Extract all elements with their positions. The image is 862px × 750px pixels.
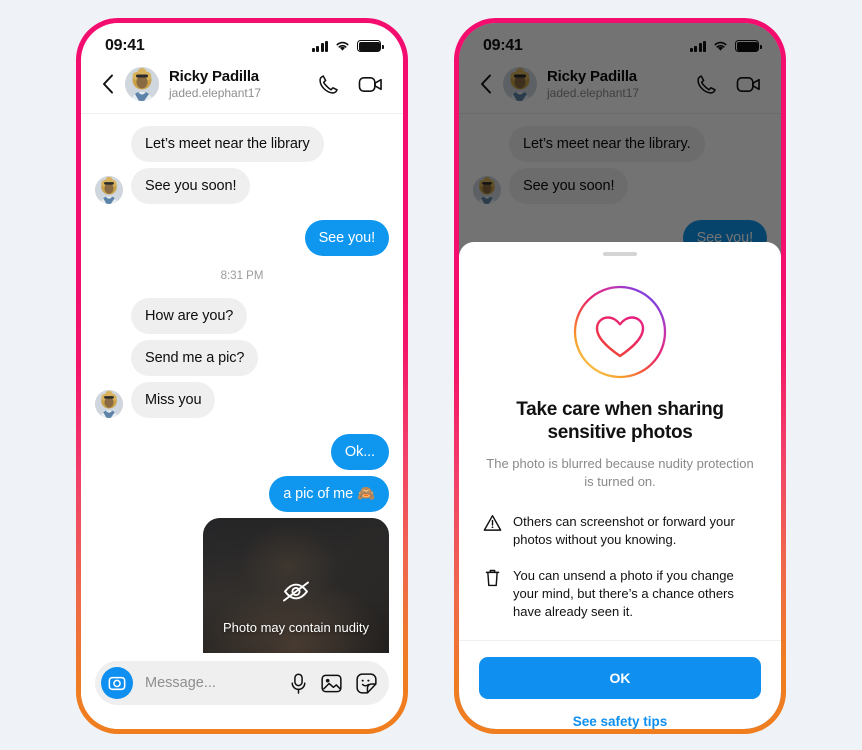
- see-safety-tips-link[interactable]: See safety tips: [479, 714, 761, 729]
- safety-tip-list: Others can screenshot or forward your ph…: [483, 513, 757, 621]
- message-bubble-outgoing[interactable]: Ok...: [330, 434, 389, 470]
- message-timestamp: 8:31 PM: [220, 270, 264, 282]
- message-row: Send me a pic?: [95, 340, 389, 376]
- message-row: a pic of me 🙈: [95, 476, 389, 512]
- wifi-icon: [336, 41, 349, 51]
- phone-left: 09:41 Ricky Padilla jaded.elephant17 Let…: [76, 18, 408, 734]
- avatar[interactable]: [95, 390, 123, 418]
- trash-can-icon: [483, 567, 513, 593]
- list-item: You can unsend a photo if you change you…: [483, 567, 757, 621]
- message-bubble-incoming[interactable]: See you soon!: [131, 168, 251, 204]
- header-actions: [317, 73, 383, 96]
- heart-in-circle-icon: [483, 284, 757, 380]
- sheet-subtitle: The photo is blurred because nudity prot…: [486, 456, 754, 489]
- ok-button[interactable]: OK: [479, 657, 761, 699]
- sensitive-photo-sheet: Take care when sharing sensitive photos …: [459, 242, 781, 729]
- camera-icon[interactable]: [101, 667, 133, 699]
- contact-handle: jaded.elephant17: [169, 85, 262, 100]
- contact-name: Ricky Padilla: [169, 67, 259, 85]
- list-item-label: Others can screenshot or forward your ph…: [513, 514, 735, 547]
- list-item-label: You can unsend a photo if you change you…: [513, 568, 734, 619]
- sheet-body: Take care when sharing sensitive photos …: [459, 256, 781, 640]
- message-row: See you!: [95, 220, 389, 256]
- message-bubble-incoming[interactable]: Miss you: [131, 382, 216, 418]
- battery-full-icon: [357, 40, 384, 52]
- conversation-header-left: Ricky Padilla jaded.elephant17: [81, 63, 403, 114]
- eye-off-icon: [281, 578, 311, 609]
- status-bar-left: 09:41: [81, 23, 403, 63]
- list-item: Others can screenshot or forward your ph…: [483, 513, 757, 549]
- conversation-identity: Ricky Padilla jaded.elephant17: [169, 68, 317, 101]
- message-row: Miss you: [95, 382, 389, 418]
- message-row: Ok...: [95, 434, 389, 470]
- microphone-icon[interactable]: [290, 672, 307, 694]
- message-bubble-outgoing[interactable]: See you!: [304, 220, 389, 256]
- photo-warning-label: Photo may contain nudity: [223, 620, 369, 635]
- status-icon-group: [311, 40, 384, 52]
- composer-bar: Message...: [95, 661, 389, 705]
- composer-action-icons: [290, 672, 377, 694]
- back-chevron-icon[interactable]: [97, 69, 119, 99]
- message-bubble-outgoing[interactable]: a pic of me 🙈: [269, 476, 389, 512]
- sticker-icon[interactable]: [356, 672, 377, 694]
- message-bubble-incoming[interactable]: Send me a pic?: [131, 340, 259, 376]
- phone-left-screen: 09:41 Ricky Padilla jaded.elephant17 Let…: [81, 23, 403, 729]
- phone-right: 09:41: [454, 18, 786, 734]
- image-icon[interactable]: [321, 673, 342, 694]
- video-camera-icon[interactable]: [358, 73, 383, 96]
- message-composer: Message...: [81, 653, 403, 729]
- cellular-bars-icon: [311, 40, 328, 52]
- screenshot-stage: 09:41 Ricky Padilla jaded.elephant17 Let…: [0, 0, 862, 750]
- message-row: Let’s meet near the library: [95, 126, 389, 162]
- sheet-title: Take care when sharing sensitive photos: [516, 399, 724, 443]
- message-row: How are you?: [95, 298, 389, 334]
- warning-triangle-icon: [483, 513, 513, 537]
- phone-right-screen: 09:41: [459, 23, 781, 729]
- phone-call-icon[interactable]: [317, 73, 340, 96]
- message-bubble-incoming[interactable]: How are you?: [131, 298, 248, 334]
- message-input[interactable]: Message...: [145, 675, 290, 691]
- status-time: 09:41: [105, 37, 145, 54]
- message-row: See you soon!: [95, 168, 389, 204]
- avatar[interactable]: [125, 67, 159, 101]
- sheet-footer: OK See safety tips: [459, 640, 781, 729]
- message-bubble-incoming[interactable]: Let’s meet near the library: [131, 126, 324, 162]
- avatar[interactable]: [95, 176, 123, 204]
- chat-thread-left: Let’s meet near the library See you soon…: [81, 114, 403, 718]
